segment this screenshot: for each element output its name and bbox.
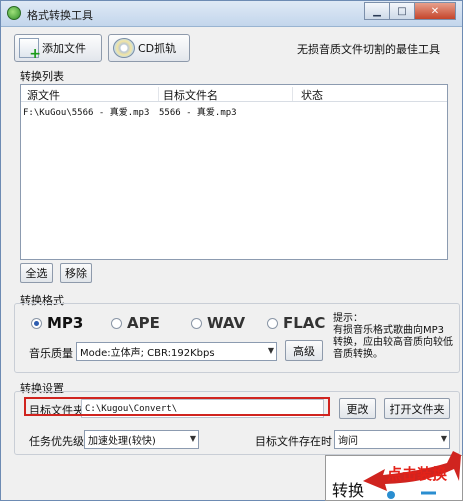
cd-icon xyxy=(113,38,135,58)
app-window: 格式转换工具 ▁ □ ✕ 添加文件 CD抓轨 无损音质文件切割的最佳工具 转换列… xyxy=(0,0,463,501)
column-target[interactable]: 目标文件名 xyxy=(163,87,293,102)
convert-label: 转换 xyxy=(332,481,365,500)
radio-ape-dot xyxy=(111,317,122,329)
radio-flac-dot xyxy=(267,317,278,329)
maximize-icon[interactable]: □ xyxy=(389,2,415,20)
remove-button[interactable]: 移除 xyxy=(60,263,92,283)
priority-label: 任务优先级 xyxy=(29,435,84,448)
priority-select[interactable]: 加速处理(较快) ▼ xyxy=(84,430,199,449)
radio-flac[interactable]: FLAC xyxy=(267,314,325,332)
exists-label: 目标文件存在时 xyxy=(255,435,332,448)
exists-value: 询问 xyxy=(338,436,358,447)
advanced-button[interactable]: 高级 xyxy=(285,340,323,361)
title-bar: 格式转换工具 ▁ □ ✕ xyxy=(1,1,462,27)
app-logo-icon xyxy=(7,6,21,20)
close-icon[interactable]: ✕ xyxy=(414,2,456,20)
minimize-icon[interactable]: ▁ xyxy=(364,2,390,20)
convert-list-label: 转换列表 xyxy=(20,70,64,83)
priority-value: 加速处理(较快) xyxy=(88,436,156,447)
window-controls: ▁ □ ✕ xyxy=(364,2,456,20)
open-folder-button[interactable]: 打开文件夹 xyxy=(384,398,450,419)
file-list[interactable]: 源文件 目标文件名 状态 F:\KuGou\5566 - 真爱.mp3 5566… xyxy=(20,84,448,260)
quality-label: 音乐质量 xyxy=(29,347,73,360)
table-row[interactable]: F:\KuGou\5566 - 真爱.mp3 5566 - 真爱.mp3 xyxy=(21,103,447,119)
add-file-icon xyxy=(19,38,41,62)
radio-mp3-dot xyxy=(31,317,42,329)
change-button[interactable]: 更改 xyxy=(339,398,376,419)
add-file-label: 添加文件 xyxy=(42,42,86,55)
radio-wav-label: WAV xyxy=(207,314,246,332)
radio-ape-label: APE xyxy=(127,314,160,332)
row-source: F:\KuGou\5566 - 真爱.mp3 xyxy=(23,108,150,118)
radio-ape[interactable]: APE xyxy=(111,314,160,332)
add-file-button[interactable]: 添加文件 xyxy=(14,34,102,62)
column-source[interactable]: 源文件 xyxy=(27,87,159,102)
annotation-text: 点击装换 xyxy=(387,465,448,483)
quality-select[interactable]: Mode:立体声; CBR:192Kbps ▼ xyxy=(76,342,277,361)
quality-value: Mode:立体声; CBR:192Kbps xyxy=(80,348,215,359)
window-title: 格式转换工具 xyxy=(27,9,93,22)
tip-text: 提示： 有损音乐格式歌曲向MP3 转换，应由较高音质向较低 音质转换。 xyxy=(333,313,453,360)
chevron-down-icon: ▼ xyxy=(189,434,196,443)
radio-wav-dot xyxy=(191,317,202,329)
radio-flac-label: FLAC xyxy=(283,314,326,332)
chevron-down-icon: ▼ xyxy=(267,346,274,355)
highlight-box xyxy=(24,397,330,416)
column-status[interactable]: 状态 xyxy=(301,87,433,102)
cd-rip-button[interactable]: CD抓轨 xyxy=(108,34,190,62)
cd-rip-label: CD抓轨 xyxy=(138,42,177,55)
radio-mp3-label: MP3 xyxy=(47,314,84,332)
list-header: 源文件 目标文件名 状态 xyxy=(21,85,447,102)
row-target: 5566 - 真爱.mp3 xyxy=(159,108,237,118)
radio-mp3[interactable]: MP3 xyxy=(31,314,83,332)
slogan-text: 无损音质文件切割的最佳工具 xyxy=(297,43,440,56)
select-all-button[interactable]: 全选 xyxy=(20,263,53,283)
radio-wav[interactable]: WAV xyxy=(191,314,245,332)
